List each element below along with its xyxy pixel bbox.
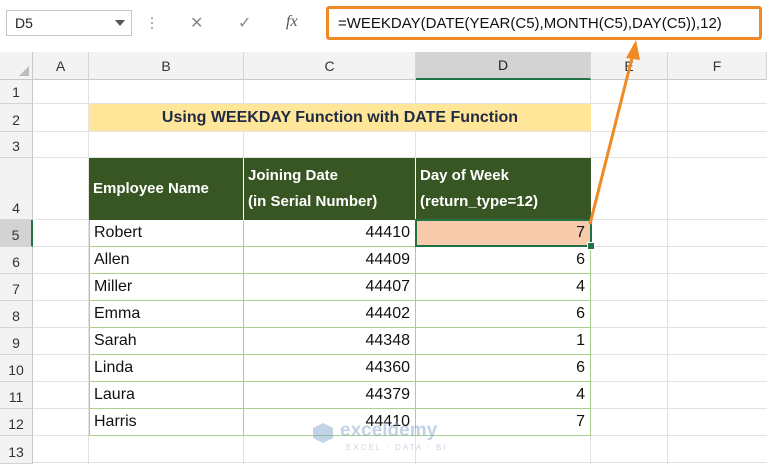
- brand-logo-icon: [313, 423, 333, 443]
- active-cell-border: [415, 219, 592, 247]
- header-day-of-week-line1: Day of Week: [420, 167, 509, 184]
- cell-employee-name[interactable]: Linda: [89, 355, 244, 382]
- cancel-icon[interactable]: ✕: [190, 13, 203, 33]
- column-header-b[interactable]: B: [89, 52, 244, 80]
- header-employee-name[interactable]: Employee Name: [89, 158, 244, 220]
- watermark-brand: exceldemy: [340, 420, 438, 441]
- cell-employee-name[interactable]: Laura: [89, 382, 244, 409]
- cell-employee-name[interactable]: Allen: [89, 247, 244, 274]
- cell-day-of-week[interactable]: 6: [416, 355, 591, 382]
- row-header-13[interactable]: 13: [0, 436, 33, 464]
- row-header-7[interactable]: 7: [0, 274, 33, 301]
- cell-joining-date[interactable]: 44360: [244, 355, 416, 382]
- formula-buttons: ✕ ✓ fx: [168, 10, 318, 36]
- column-header-d[interactable]: D: [416, 52, 591, 80]
- cell-employee-name[interactable]: Emma: [89, 301, 244, 328]
- header-employee-name-label: Employee Name: [93, 180, 209, 197]
- header-joining-date[interactable]: Joining Date (in Serial Number): [244, 158, 416, 220]
- cell-employee-name[interactable]: Robert: [89, 220, 244, 247]
- cell-joining-date[interactable]: 44348: [244, 328, 416, 355]
- fill-handle[interactable]: [587, 242, 595, 250]
- sheet-title[interactable]: Using WEEKDAY Function with DATE Functio…: [89, 104, 591, 131]
- cell-joining-date[interactable]: 44409: [244, 247, 416, 274]
- select-all-corner[interactable]: [0, 52, 33, 80]
- column-header-e[interactable]: E: [591, 52, 668, 80]
- cell-day-of-week[interactable]: 6: [416, 247, 591, 274]
- formula-bar: D5 ✕ ✓ fx =WEEKDAY(DATE(YEAR(C5),MONTH(C…: [0, 0, 767, 48]
- header-day-of-week-line2: (return_type=12): [420, 193, 538, 210]
- cell-day-of-week[interactable]: 4: [416, 274, 591, 301]
- row-header-10[interactable]: 10: [0, 355, 33, 382]
- row-header-3[interactable]: 3: [0, 132, 33, 158]
- row-header-11[interactable]: 11: [0, 382, 33, 409]
- row-header-9[interactable]: 9: [0, 328, 33, 355]
- watermark: exceldemy EXCEL · DATA · BI: [312, 418, 472, 454]
- cell-employee-name[interactable]: Miller: [89, 274, 244, 301]
- name-box-value: D5: [15, 15, 33, 31]
- chevron-down-icon[interactable]: [115, 20, 125, 26]
- watermark-tagline: EXCEL · DATA · BI: [346, 443, 448, 452]
- cell-employee-name[interactable]: Harris: [89, 409, 244, 436]
- row-header-12[interactable]: 12: [0, 409, 33, 436]
- column-header-f[interactable]: F: [668, 52, 767, 80]
- cell-joining-date[interactable]: 44410: [244, 220, 416, 247]
- header-joining-date-line2: (in Serial Number): [248, 193, 378, 210]
- name-box[interactable]: D5: [6, 10, 132, 36]
- row-header-4[interactable]: 4: [0, 158, 33, 220]
- row-header-2[interactable]: 2: [0, 104, 33, 132]
- cell-joining-date[interactable]: 44407: [244, 274, 416, 301]
- cell-day-of-week[interactable]: 4: [416, 382, 591, 409]
- cell-employee-name[interactable]: Sarah: [89, 328, 244, 355]
- cell-joining-date[interactable]: 44379: [244, 382, 416, 409]
- row-header-8[interactable]: 8: [0, 301, 33, 328]
- header-day-of-week[interactable]: Day of Week (return_type=12): [416, 158, 591, 220]
- row-header-6[interactable]: 6: [0, 247, 33, 274]
- formula-bar-separator[interactable]: [146, 12, 158, 34]
- cell-day-of-week[interactable]: 6: [416, 301, 591, 328]
- enter-icon[interactable]: ✓: [238, 13, 251, 33]
- formula-text: =WEEKDAY(DATE(YEAR(C5),MONTH(C5),DAY(C5)…: [338, 15, 722, 32]
- column-header-c[interactable]: C: [244, 52, 416, 80]
- insert-function-icon[interactable]: fx: [286, 13, 298, 31]
- row-header-5[interactable]: 5: [0, 220, 33, 247]
- cell-joining-date[interactable]: 44402: [244, 301, 416, 328]
- row-header-1[interactable]: 1: [0, 80, 33, 104]
- header-joining-date-line1: Joining Date: [248, 167, 339, 184]
- formula-input[interactable]: =WEEKDAY(DATE(YEAR(C5),MONTH(C5),DAY(C5)…: [326, 6, 762, 40]
- cell-day-of-week[interactable]: 1: [416, 328, 591, 355]
- column-header-a[interactable]: A: [33, 52, 89, 80]
